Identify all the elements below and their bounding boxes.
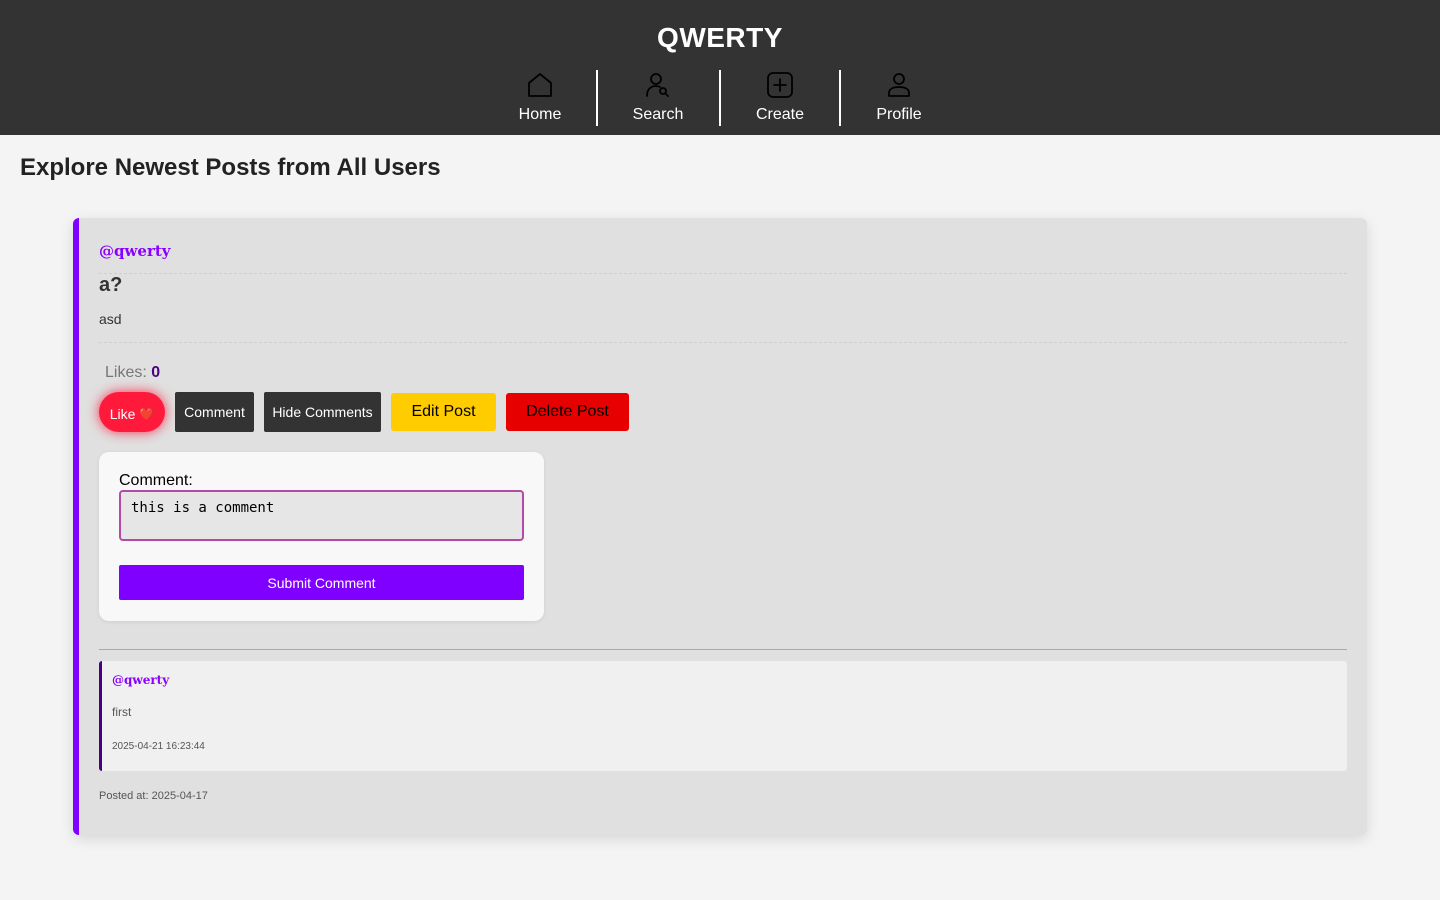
comment-item: @qwerty first 2025-04-21 16:23:44	[99, 661, 1347, 771]
nav-home-label: Home	[518, 106, 562, 123]
brand-title: QWERTY	[657, 22, 783, 53]
nav-create[interactable]: Create	[745, 70, 815, 126]
divider	[99, 273, 1347, 274]
user-icon	[888, 73, 910, 97]
nav-search[interactable]: Search	[623, 70, 693, 126]
post-card: @qwerty a? asd Likes: 0 Like ❤️ Comment …	[73, 218, 1367, 835]
likes-label: Likes:	[105, 364, 147, 381]
like-button[interactable]: Like ❤️	[99, 392, 165, 432]
nav-divider	[719, 70, 721, 126]
posted-at: Posted at: 2025-04-17	[99, 790, 208, 802]
nav-profile[interactable]: Profile	[864, 70, 934, 126]
page-title: Explore Newest Posts from All Users	[20, 154, 441, 181]
likes-counter: Likes: 0	[105, 364, 160, 382]
delete-post-button[interactable]: Delete Post	[506, 393, 629, 431]
home-icon	[528, 73, 552, 97]
comment-field-label: Comment:	[119, 472, 193, 489]
plus-square-icon	[767, 72, 793, 98]
top-navbar: QWERTY Home Search Create Profile	[0, 0, 1440, 135]
comment-form: Comment: this is a comment Submit Commen…	[99, 452, 544, 621]
comment-author-link[interactable]: @qwerty	[112, 673, 169, 687]
comments-divider	[99, 649, 1347, 650]
comment-timestamp: 2025-04-21 16:23:44	[112, 741, 205, 752]
nav-search-label: Search	[632, 106, 684, 123]
hide-comments-button[interactable]: Hide Comments	[264, 392, 381, 432]
nav-create-label: Create	[755, 106, 805, 123]
post-body: asd	[99, 311, 122, 327]
nav-divider	[839, 70, 841, 126]
comment-text: first	[112, 705, 132, 719]
post-author-link[interactable]: @qwerty	[99, 242, 171, 260]
comment-input[interactable]: this is a comment	[119, 490, 524, 541]
nav-divider	[596, 70, 598, 126]
edit-post-button[interactable]: Edit Post	[391, 393, 496, 431]
nav-profile-label: Profile	[876, 106, 922, 123]
heart-icon: ❤️	[139, 407, 155, 421]
like-button-label: Like	[109, 406, 136, 422]
submit-comment-button[interactable]: Submit Comment	[119, 565, 524, 600]
search-user-icon	[646, 73, 669, 97]
likes-count: 0	[151, 364, 161, 381]
nav-home[interactable]: Home	[510, 70, 570, 126]
post-title: a?	[99, 274, 123, 296]
comment-button[interactable]: Comment	[175, 392, 254, 432]
divider	[99, 342, 1347, 343]
main-nav: Home Search Create Profile	[0, 70, 1440, 126]
